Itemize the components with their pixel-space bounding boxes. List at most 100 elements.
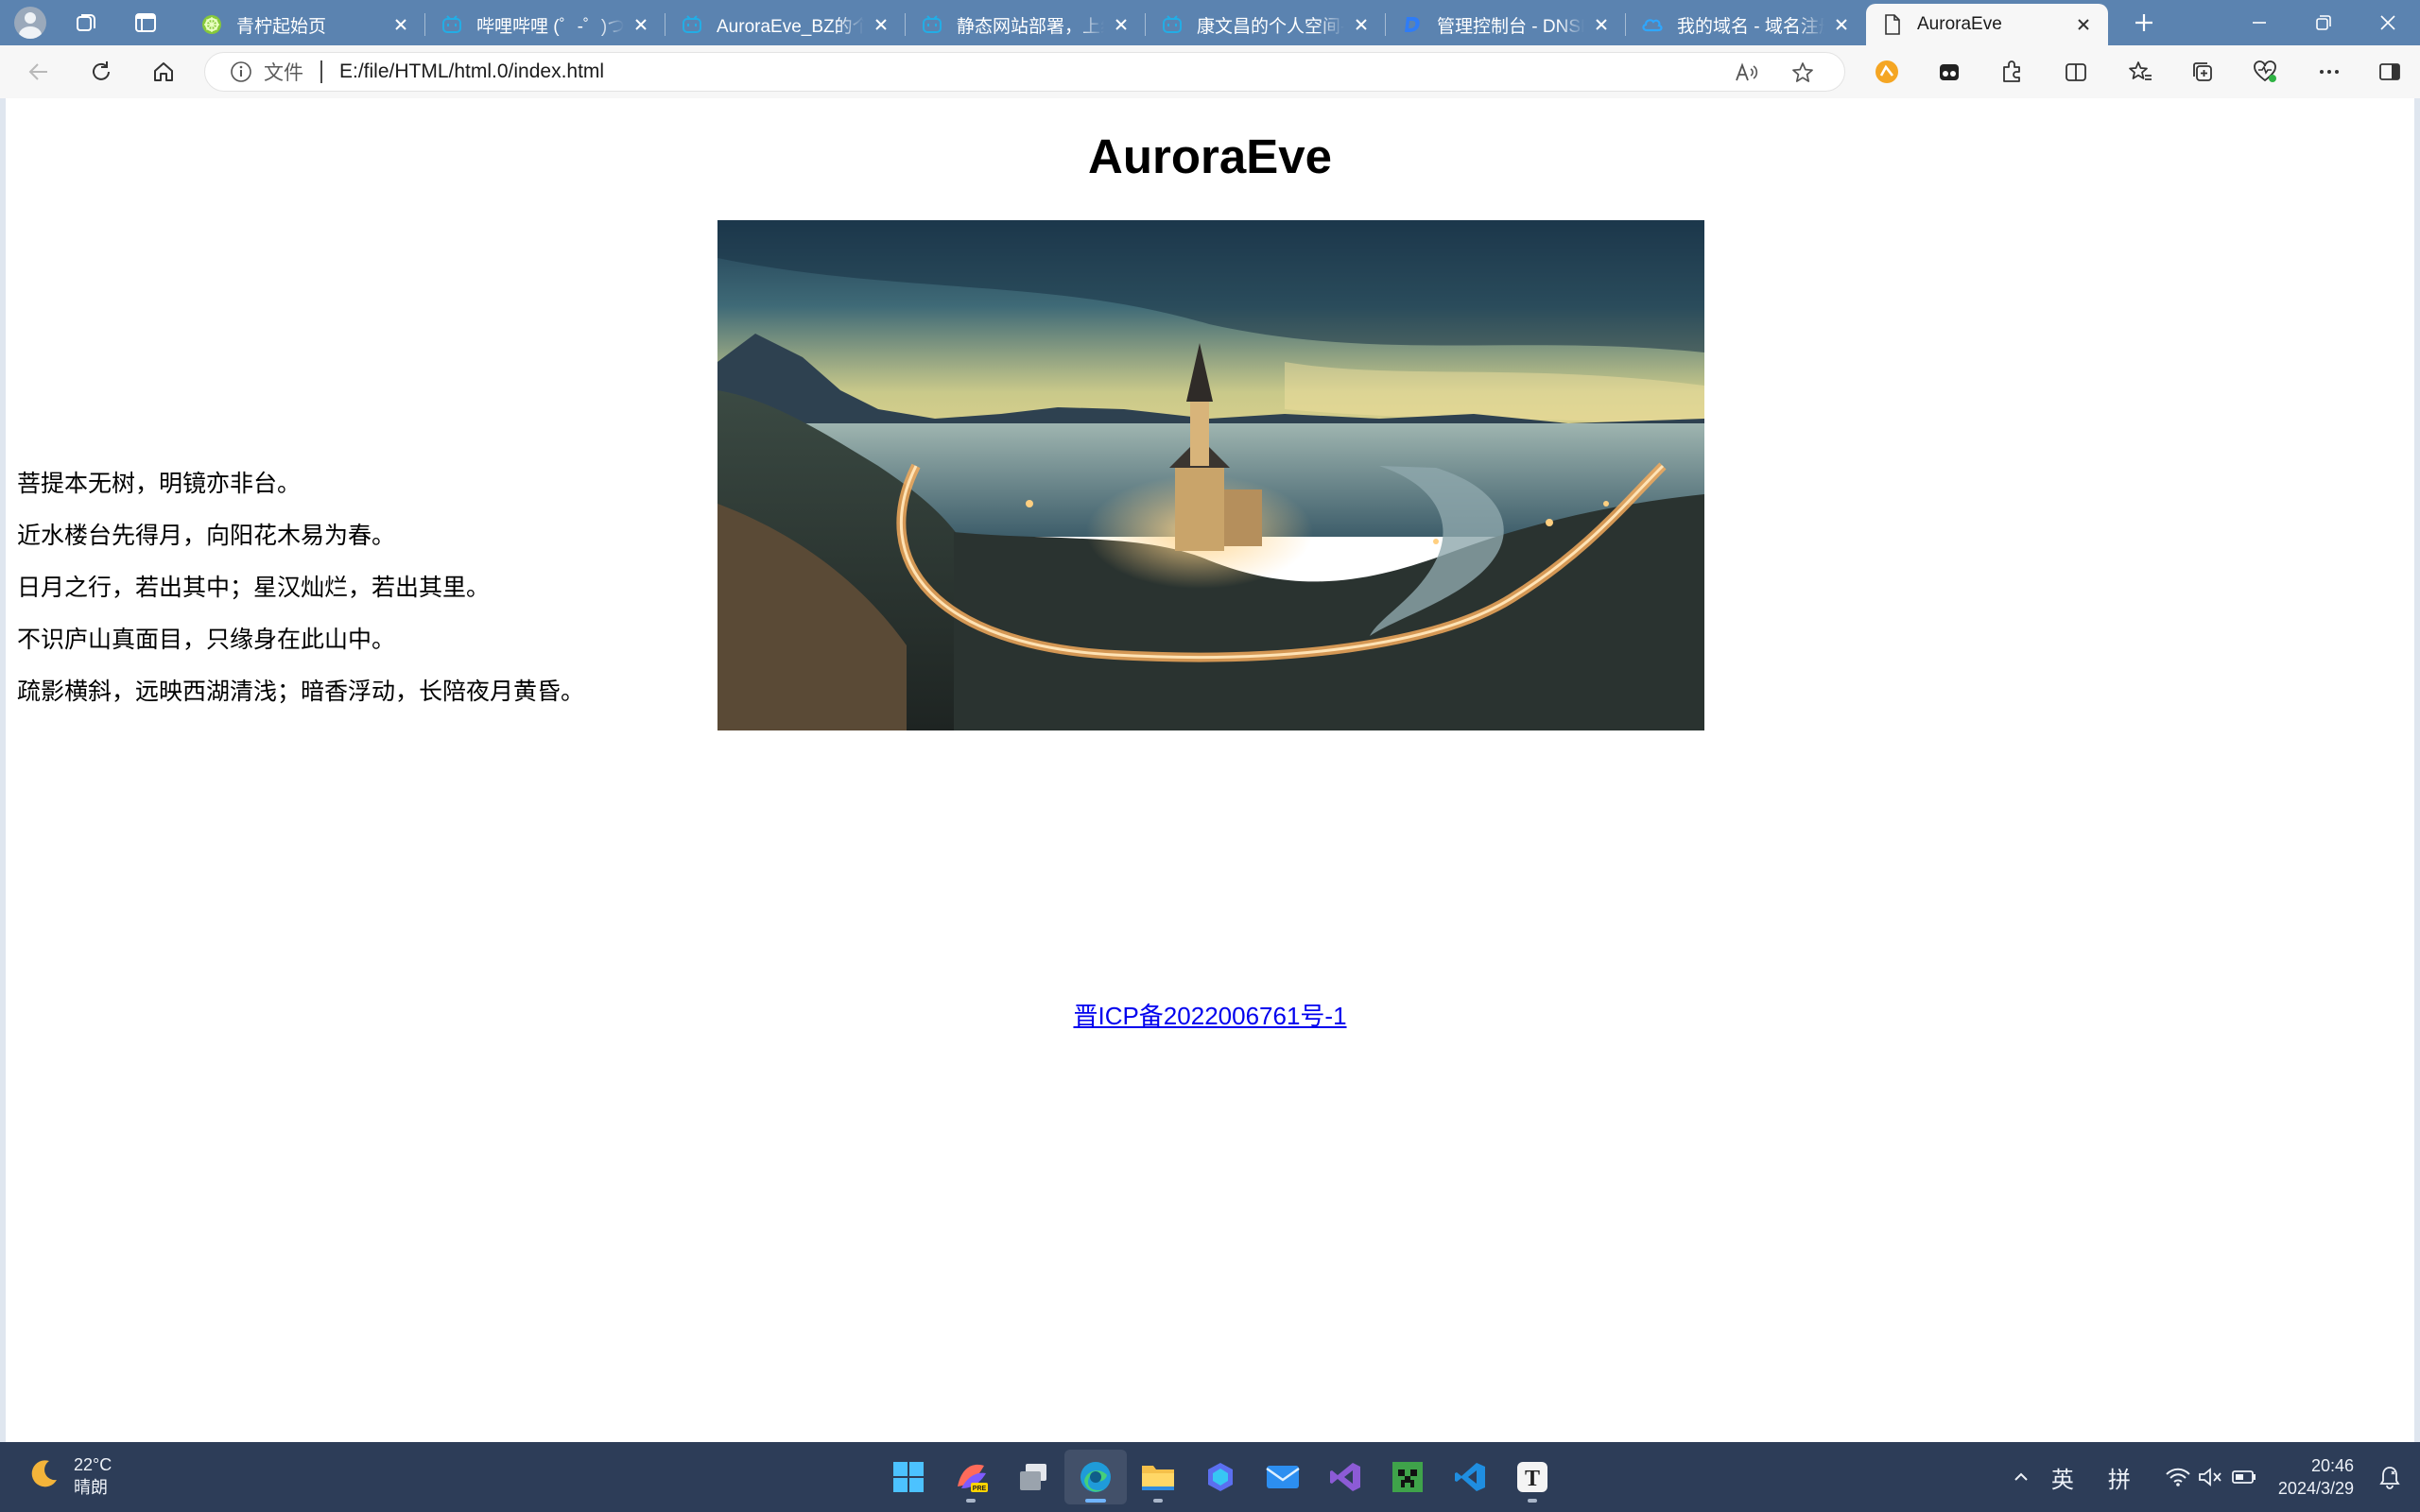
favorites-icon[interactable] [2121, 53, 2159, 91]
edge-icon[interactable] [1064, 1450, 1127, 1504]
dnspod-icon [1401, 13, 1424, 36]
vscode-icon[interactable] [1439, 1450, 1501, 1504]
copilot-icon[interactable] [1189, 1450, 1252, 1504]
running-indicator [1528, 1499, 1537, 1503]
tab-title: 管理控制台 - DNSPod [1437, 16, 1584, 37]
tab-my-domains[interactable]: 我的域名 - 域名注册 [1626, 4, 1866, 45]
divider [320, 60, 322, 83]
tab-static-deploy[interactable]: 静态网站部署，上线 [906, 4, 1146, 45]
system-tray: 英 拼 20:46 2024/3/29 [2012, 1442, 2420, 1512]
browser-toolbar: 文件 E:/file/HTML/html.0/index.html [0, 45, 2420, 98]
running-indicator [966, 1499, 976, 1503]
landscape-photo [717, 220, 1704, 730]
chevron-up-icon[interactable] [2012, 1468, 2031, 1486]
close-icon[interactable] [1350, 13, 1373, 36]
close-window-button[interactable] [2356, 0, 2420, 45]
close-icon[interactable] [389, 13, 412, 36]
close-icon[interactable] [2072, 13, 2095, 36]
svg-text:PRE: PRE [973, 1486, 987, 1492]
tab-title: AuroraEve [1917, 14, 2002, 34]
visual-studio-icon[interactable] [1314, 1450, 1376, 1504]
tab-list: 青柠起始页 哔哩哔哩 (゜-゜)つロ 干杯~ AuroraEve_BZ的个人空间… [185, 4, 2108, 45]
tab-title: 康文昌的个人空间-哔 [1197, 16, 1344, 37]
bilibili-icon [681, 13, 703, 36]
sidebar-toggle-icon[interactable] [2371, 53, 2409, 91]
split-screen-icon[interactable] [2057, 53, 2095, 91]
battery-icon[interactable] [2231, 1466, 2257, 1488]
weather-widget[interactable]: 22°C 晴朗 [26, 1453, 112, 1499]
figma-pre-icon[interactable]: PRE [940, 1450, 1002, 1504]
ime-mode[interactable]: 拼 [2108, 1461, 2131, 1494]
vertical-tabs-icon[interactable] [129, 6, 163, 40]
restore-button[interactable] [2291, 0, 2356, 45]
address-actions [1718, 59, 1831, 87]
running-indicator [1153, 1499, 1163, 1503]
tab-title: 哔哩哔哩 (゜-゜)つロ 干杯~ [476, 16, 624, 37]
bilibili-icon [1161, 13, 1184, 36]
file-manager-icon[interactable] [1002, 1450, 1064, 1504]
page-viewport: AuroraEve 菩提本无树，明镜亦非台。 近水楼台先得月，向阳花木易为春。 … [6, 98, 2414, 1442]
tab-title: AuroraEve_BZ的个人空间 [717, 16, 864, 37]
bilibili-icon [921, 13, 943, 36]
bilibili-icon [441, 13, 463, 36]
weather-condition: 晴朗 [74, 1478, 108, 1497]
mail-icon[interactable] [1252, 1450, 1314, 1504]
start-icon[interactable] [877, 1450, 940, 1504]
lemon-start-icon [200, 13, 223, 36]
tab-lemon-start[interactable]: 青柠起始页 [185, 4, 425, 45]
scheme-label: 文件 [264, 62, 303, 84]
page-icon [1881, 13, 1904, 36]
tab-dnspod-console[interactable]: 管理控制台 - DNSPod [1386, 4, 1626, 45]
tab-title: 我的域名 - 域名注册 [1677, 16, 1824, 37]
wifi-icon[interactable] [2165, 1466, 2191, 1488]
clock-date: 2024/3/29 [2277, 1479, 2354, 1498]
poem-line-4: 不识庐山真面目，只缘身在此山中。 [17, 626, 396, 653]
taskbar-apps: PRE T [877, 1450, 1564, 1504]
close-icon[interactable] [1590, 13, 1613, 36]
minimize-button[interactable] [2227, 0, 2291, 45]
browser-essentials-icon[interactable] [2246, 53, 2284, 91]
more-menu-icon[interactable] [2310, 53, 2348, 91]
poem-line-3: 日月之行，若出其中；星汉灿烂，若出其里。 [17, 574, 491, 601]
workspaces-icon[interactable] [70, 6, 104, 40]
moon-icon [26, 1457, 60, 1496]
extensions-icon[interactable] [1993, 53, 2031, 91]
close-icon[interactable] [1830, 13, 1853, 36]
tab-title: 静态网站部署，上线 [957, 16, 1104, 37]
tab-kang-space[interactable]: 康文昌的个人空间-哔 [1146, 4, 1386, 45]
clock[interactable]: 20:46 2024/3/29 [2278, 1454, 2354, 1500]
info-icon[interactable] [230, 60, 252, 83]
page-title: AuroraEve [1088, 129, 1332, 183]
volume-muted-icon[interactable] [2197, 1466, 2223, 1488]
ime-language[interactable]: 英 [2051, 1461, 2074, 1494]
address-bar[interactable]: 文件 E:/file/HTML/html.0/index.html [204, 52, 1845, 92]
clock-time: 20:46 [2310, 1456, 2354, 1475]
tab-bilibili-home[interactable]: 哔哩哔哩 (゜-゜)つロ 干杯~ [425, 4, 666, 45]
weather-temp: 22°C [74, 1455, 112, 1474]
extension-incognito-icon[interactable] [1930, 53, 1968, 91]
back-button[interactable] [19, 53, 59, 91]
close-icon[interactable] [870, 13, 892, 36]
notification-bell-icon[interactable] [2378, 1465, 2401, 1489]
favorite-star-icon[interactable] [1774, 59, 1831, 87]
refresh-button[interactable] [81, 53, 121, 91]
extension-tampermonkey-icon[interactable] [1868, 53, 1906, 91]
home-button[interactable] [144, 53, 183, 91]
folder-icon[interactable] [1127, 1450, 1189, 1504]
minecraft-icon[interactable] [1376, 1450, 1439, 1504]
close-icon[interactable] [1110, 13, 1132, 36]
cloud-icon [1641, 13, 1664, 36]
tab-title: 青柠起始页 [236, 16, 327, 37]
profile-button[interactable] [13, 6, 47, 40]
url-text[interactable]: E:/file/HTML/html.0/index.html [339, 60, 604, 83]
close-icon[interactable] [630, 13, 652, 36]
new-tab-button[interactable] [2125, 6, 2163, 40]
tab-strip: 青柠起始页 哔哩哔哩 (゜-゜)つロ 干杯~ AuroraEve_BZ的个人空间… [0, 0, 2420, 45]
tab-auroraeve[interactable]: AuroraEve [1866, 4, 2108, 45]
icp-license-link[interactable]: 晋ICP备2022006761号-1 [6, 997, 2414, 1032]
read-aloud-icon[interactable] [1718, 59, 1774, 87]
avatar [14, 7, 46, 39]
collections-icon[interactable] [2184, 53, 2221, 91]
tab-bilibili-space[interactable]: AuroraEve_BZ的个人空间 [666, 4, 906, 45]
typora-icon[interactable]: T [1501, 1450, 1564, 1504]
